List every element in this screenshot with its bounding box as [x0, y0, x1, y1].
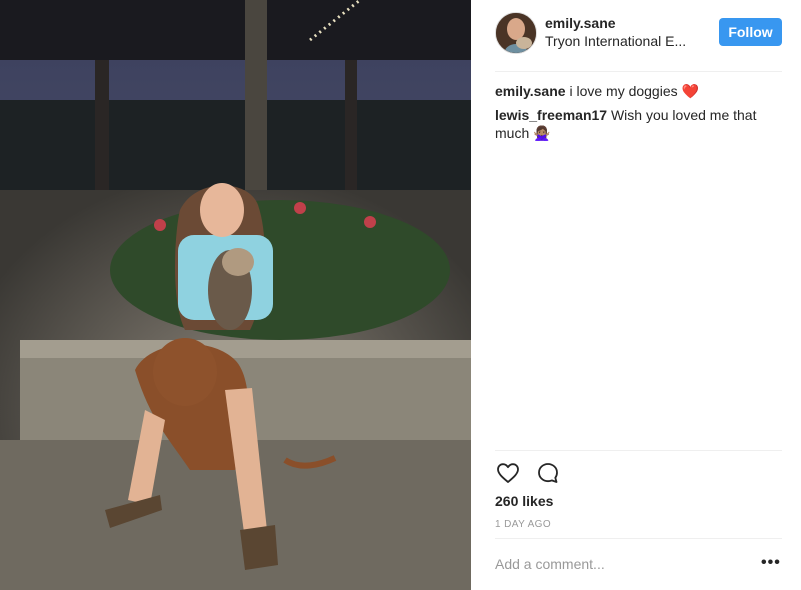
header-divider [495, 71, 782, 72]
post-sidebar: emily.sane Tryon International E... Foll… [471, 0, 801, 590]
more-options-icon[interactable]: ••• [761, 555, 781, 571]
avatar[interactable] [495, 12, 537, 54]
actions-divider [495, 450, 782, 451]
post-location[interactable]: Tryon International E... [545, 33, 686, 49]
comment-item: lewis_freeman17 Wish you loved me that m… [495, 106, 785, 142]
comment-item: emily.sane i love my doggies ❤️ [495, 82, 785, 100]
heart-icon[interactable] [495, 461, 521, 485]
post-timestamp[interactable]: 1 DAY AGO [495, 519, 551, 530]
comment-divider [495, 538, 782, 539]
avatar-image [496, 13, 536, 53]
follow-button[interactable]: Follow [719, 18, 782, 46]
add-comment-input[interactable] [495, 556, 745, 572]
comment-text: i love my doggies ❤️ [569, 83, 699, 99]
post-actions [495, 461, 561, 485]
post-header: emily.sane Tryon International E... Foll… [471, 0, 801, 71]
likes-count[interactable]: 260 likes [495, 493, 553, 509]
comment-icon[interactable] [535, 461, 561, 485]
comments-list: emily.sane i love my doggies ❤️ lewis_fr… [495, 82, 785, 148]
post-photo[interactable] [0, 0, 471, 590]
comment-username[interactable]: lewis_freeman17 [495, 107, 607, 123]
post-image [0, 0, 471, 590]
comment-username[interactable]: emily.sane [495, 83, 566, 99]
author-username[interactable]: emily.sane [545, 15, 616, 31]
